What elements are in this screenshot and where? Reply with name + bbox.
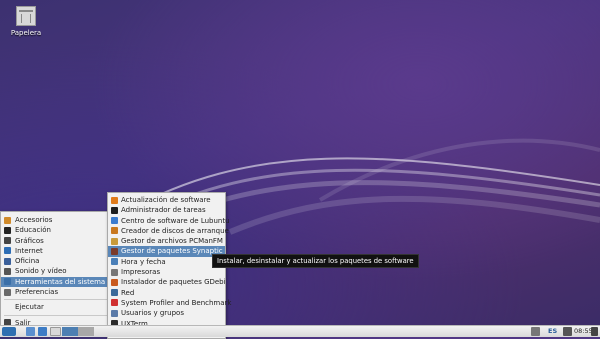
menu-item-label: Usuarios y grupos [121, 309, 184, 318]
menu-item-label: Preferencias [15, 288, 59, 297]
trash-icon [16, 6, 36, 26]
file-manager-icon [111, 237, 118, 245]
menu-item-label: Gráficos [15, 236, 44, 245]
clock[interactable]: 08:55 [574, 326, 593, 337]
menu-item-label: Gestor de paquetes Synaptic [121, 247, 223, 256]
internet-icon [4, 247, 11, 255]
file-manager-launcher-icon[interactable] [38, 327, 47, 336]
volume-icon[interactable] [563, 327, 572, 336]
menu-item[interactable]: Educación▸ [1, 225, 114, 235]
menu-item-label: Educación [15, 226, 51, 235]
workspace-2[interactable] [78, 327, 94, 336]
menu-item-label: Creador de discos de arranque [121, 226, 229, 235]
menu-item[interactable]: Hora y fecha [108, 257, 225, 267]
startup-disk-icon [111, 227, 118, 235]
menu-item[interactable]: Red [108, 288, 225, 298]
tooltip: Instalar, desinstalar y actualizar los p… [212, 254, 419, 268]
menu-item[interactable]: Internet▸ [1, 246, 114, 256]
browser-launcher-icon[interactable] [50, 327, 61, 336]
multimedia-icon [4, 267, 11, 275]
menu-item-label: Accesorios [15, 216, 53, 224]
menu-item-run[interactable]: Ejecutar [1, 302, 114, 312]
system-tools-icon [4, 278, 11, 286]
software-center-icon [111, 217, 118, 225]
workspace-1[interactable] [62, 327, 78, 336]
network-icon [111, 289, 118, 297]
menu-item[interactable]: Instalador de paquetes GDebi [108, 277, 226, 287]
menu-item-label: Impresoras [121, 268, 161, 277]
menu-separator [4, 314, 111, 316]
menu-item-label: Administrador de tareas [121, 206, 206, 215]
menu-item-label: Hora y fecha [121, 257, 166, 266]
trash-label: Papelera [10, 29, 42, 37]
menu-item-label: Actualización de software [121, 196, 211, 204]
menu-item-label: Herramientas del sistema [15, 277, 106, 286]
menu-separator [4, 299, 111, 301]
profiler-icon [111, 299, 118, 307]
menu-item-label: Instalador de paquetes GDebi [121, 278, 226, 287]
power-icon[interactable] [591, 327, 598, 336]
menu-item[interactable]: Centro de software de Lubuntu [108, 216, 230, 226]
menu-item[interactable]: Gestor de paquetes Synaptic [108, 246, 225, 257]
menu-item[interactable]: Herramientas del sistema▸ [1, 276, 114, 288]
taskbar: ES 08:55 [0, 325, 600, 337]
preferences-icon [4, 288, 11, 296]
run-label: Ejecutar [15, 303, 44, 312]
system-tools-submenu: Actualización de software Administrador d… [107, 192, 231, 339]
menu-item[interactable]: Actualización de software [108, 195, 225, 205]
menu-item-label: Oficina [15, 257, 40, 266]
synaptic-icon [111, 247, 118, 255]
menu-item[interactable]: Oficina▸ [1, 256, 114, 266]
menu-item-label: System Profiler and Benchmark [121, 298, 232, 307]
printer-icon [111, 268, 118, 276]
graphics-icon [4, 237, 11, 245]
menu-item[interactable]: Gestor de archivos PCManFM [108, 236, 225, 246]
show-desktop-icon[interactable] [26, 327, 35, 336]
gdebi-icon [111, 278, 118, 286]
menu-item[interactable]: System Profiler and Benchmark [108, 298, 231, 308]
menu-item[interactable]: Accesorios▸ [1, 215, 114, 225]
start-menu-button[interactable] [2, 327, 16, 336]
desktop-trash[interactable]: Papelera [6, 4, 46, 37]
menu-item-label: Internet [15, 246, 43, 255]
users-icon [111, 309, 118, 317]
menu-item[interactable]: Usuarios y grupos [108, 308, 225, 318]
menu-item-label: Sonido y vídeo [15, 267, 67, 276]
task-manager-icon [111, 206, 118, 214]
office-icon [4, 257, 11, 265]
clock-icon [111, 258, 118, 266]
network-tray-icon[interactable] [531, 327, 540, 336]
menu-item-label: Gestor de archivos PCManFM [121, 237, 223, 246]
menu-item[interactable]: Sonido y vídeo▸ [1, 266, 114, 276]
menu-item-label: Centro de software de Lubuntu [121, 216, 230, 225]
software-update-icon [111, 196, 118, 204]
menu-item[interactable]: Creador de discos de arranque [108, 226, 229, 236]
main-menu: Accesorios▸Educación▸Gráficos▸Internet▸O… [0, 211, 115, 328]
menu-item[interactable]: Gráficos▸ [1, 236, 114, 246]
menu-item-label: Red [121, 288, 135, 297]
accessories-icon [4, 216, 11, 224]
keyboard-layout[interactable]: ES [548, 326, 557, 337]
menu-item[interactable]: Impresoras [108, 267, 225, 277]
menu-item[interactable]: Preferencias▸ [1, 287, 114, 297]
education-icon [4, 226, 11, 234]
menu-item[interactable]: Administrador de tareas [108, 205, 225, 215]
